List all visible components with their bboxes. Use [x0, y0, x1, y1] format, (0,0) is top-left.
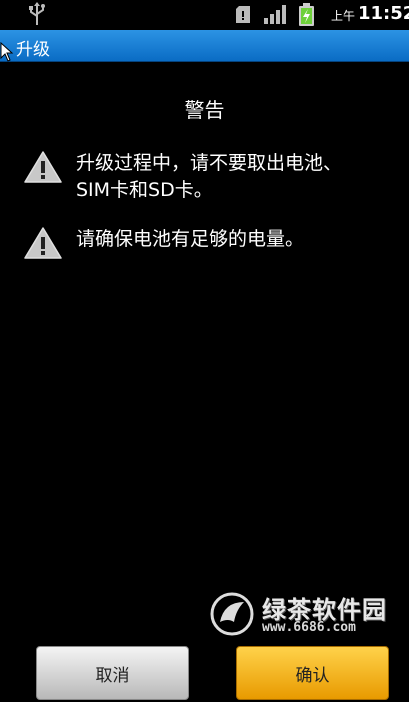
- warning-text: 升级过程中，请不要取出电池、SIM卡和SD卡。: [76, 152, 343, 201]
- watermark-url: www.6686.com: [262, 620, 356, 635]
- confirm-button[interactable]: 确认: [236, 646, 389, 700]
- warning-icon: [24, 227, 62, 259]
- watermark-logo-icon: [210, 592, 254, 636]
- title-bar: 升级: [0, 30, 409, 62]
- status-bar: 上午 11:52: [0, 0, 409, 30]
- signal-icon: [264, 5, 286, 24]
- status-ampm: 上午: [331, 9, 356, 23]
- page-title: 升级: [16, 40, 50, 60]
- cancel-button[interactable]: 取消: [36, 646, 189, 700]
- sd-card-icon: [236, 6, 250, 23]
- warning-icon: [24, 151, 62, 183]
- watermark: 绿茶软件园 www.6686.com: [210, 590, 400, 640]
- mouse-cursor-icon: [0, 42, 14, 62]
- status-time: 11:52: [358, 3, 409, 24]
- warning-text: 请确保电池有足够的电量。: [76, 228, 305, 250]
- usb-icon: [29, 2, 45, 25]
- battery-charging-icon: [299, 3, 314, 26]
- dialog-heading: 警告: [184, 98, 225, 122]
